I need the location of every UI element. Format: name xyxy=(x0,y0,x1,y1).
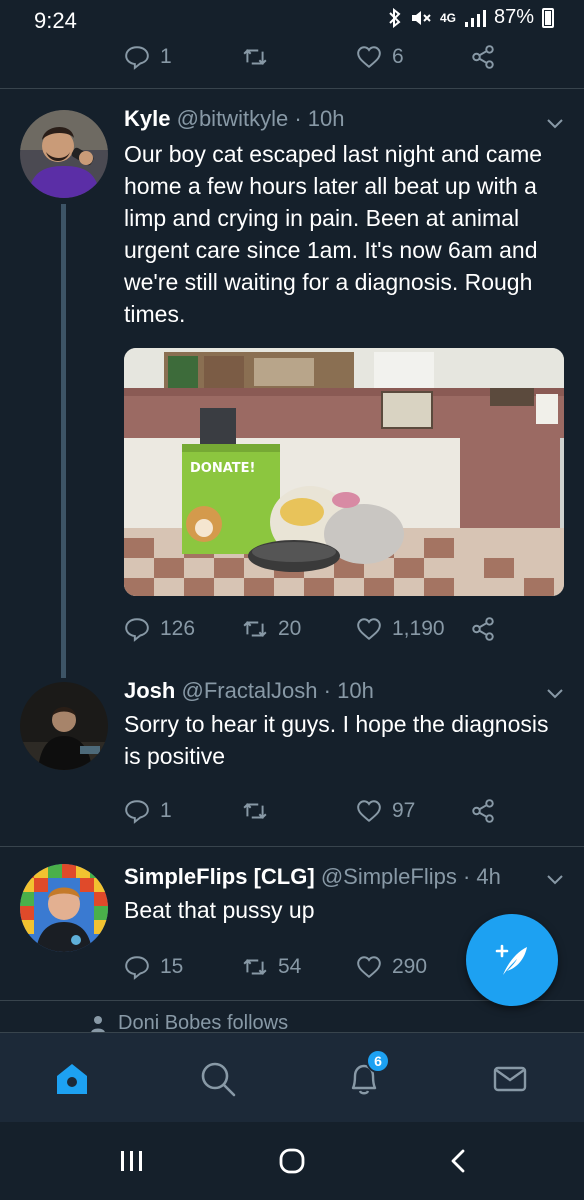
nav-messages[interactable] xyxy=(488,1057,532,1101)
retweet-icon xyxy=(243,959,267,975)
like-button[interactable]: 1,190 xyxy=(356,616,445,642)
reply-button[interactable]: 126 xyxy=(124,616,195,642)
retweet-icon xyxy=(243,803,267,819)
divider xyxy=(0,846,584,847)
tweet-header: SimpleFlips [CLG] @SimpleFlips · 4h xyxy=(124,864,501,890)
avatar[interactable] xyxy=(20,864,108,952)
like-count: 290 xyxy=(392,955,428,978)
compose-feather-icon xyxy=(495,944,527,975)
status-time: 9:24 xyxy=(34,8,77,33)
mail-icon xyxy=(493,1066,527,1092)
status-icons: 4G 87% xyxy=(388,6,554,29)
reply-count: 1 xyxy=(160,45,172,68)
tweet-time: · 10h xyxy=(294,106,345,131)
signal-icon xyxy=(464,9,486,27)
reply-icon xyxy=(125,956,149,980)
nav-search[interactable] xyxy=(196,1057,240,1101)
like-count: 6 xyxy=(392,45,404,68)
chevron-down-icon[interactable] xyxy=(546,114,564,132)
system-nav-bar xyxy=(0,1122,584,1200)
author-handle: @bitwitkyle xyxy=(176,106,289,131)
chevron-down-icon[interactable] xyxy=(546,870,564,888)
donate-box-text: DONATE! xyxy=(190,461,255,476)
share-button[interactable] xyxy=(470,616,496,642)
share-icon xyxy=(472,617,494,641)
person-icon xyxy=(91,1015,105,1033)
tweet-media[interactable]: DONATE! xyxy=(124,348,564,596)
retweet-icon xyxy=(243,49,267,65)
recent-apps-button[interactable] xyxy=(112,1144,152,1178)
like-button[interactable]: 6 xyxy=(356,44,404,70)
share-icon xyxy=(472,799,494,823)
heart-icon xyxy=(357,956,381,979)
tweet-text: Our boy cat escaped last night and came … xyxy=(124,141,543,327)
reply-count: 126 xyxy=(160,617,196,640)
like-count: 97 xyxy=(392,799,416,822)
network-label: 4G xyxy=(439,10,456,25)
reply-button[interactable]: 1 xyxy=(124,44,172,70)
avatar[interactable] xyxy=(20,682,108,770)
retweet-icon xyxy=(243,621,267,637)
retweet-button[interactable]: 20 xyxy=(242,616,301,642)
tweet-time: · 10h xyxy=(323,678,374,703)
reply-icon xyxy=(125,618,149,642)
retweet-count: 54 xyxy=(278,955,302,978)
reply-icon xyxy=(125,46,149,70)
search-icon xyxy=(201,1062,236,1097)
compose-tweet-button[interactable] xyxy=(466,914,558,1006)
share-button[interactable] xyxy=(470,44,496,70)
retweet-count: 20 xyxy=(278,617,302,640)
reply-button[interactable]: 15 xyxy=(124,954,183,980)
retweet-button[interactable] xyxy=(242,44,268,70)
thread-line xyxy=(61,204,66,678)
home-icon xyxy=(57,1064,87,1094)
battery-icon xyxy=(542,7,554,28)
author-name[interactable]: SimpleFlips [CLG] xyxy=(124,864,315,889)
retweet-button[interactable]: 54 xyxy=(242,954,301,980)
mute-icon xyxy=(411,10,431,25)
retweet-button[interactable] xyxy=(242,798,268,824)
reply-icon xyxy=(125,800,149,824)
heart-icon xyxy=(357,46,381,69)
home-circle-icon xyxy=(279,1148,305,1174)
author-handle: @SimpleFlips xyxy=(320,864,457,889)
avatar-image xyxy=(20,110,108,198)
reply-button[interactable]: 1 xyxy=(124,798,172,824)
like-button[interactable]: 97 xyxy=(356,798,415,824)
like-count: 1,190 xyxy=(392,617,445,640)
avatar-image xyxy=(20,864,108,952)
share-icon xyxy=(472,45,494,69)
status-bar: 9:24 4G 87% xyxy=(0,0,584,40)
bluetooth-icon xyxy=(389,7,401,28)
battery-percent: 87% xyxy=(493,6,534,28)
recent-apps-icon xyxy=(121,1151,142,1171)
avatar[interactable] xyxy=(20,110,108,198)
divider xyxy=(0,88,584,89)
author-name[interactable]: Kyle xyxy=(124,106,170,131)
tweet-header: Kyle @bitwitkyle · 10h xyxy=(124,106,344,132)
avatar-image xyxy=(20,682,108,770)
chevron-down-icon[interactable] xyxy=(546,684,564,702)
like-button[interactable]: 290 xyxy=(356,954,427,980)
tweet-header: Josh @FractalJosh · 10h xyxy=(124,678,374,704)
home-button[interactable] xyxy=(272,1144,312,1178)
back-button[interactable] xyxy=(438,1144,478,1178)
share-button[interactable] xyxy=(470,798,496,824)
back-arrow-icon xyxy=(451,1149,465,1173)
tweet-text: Sorry to hear it guys. I hope the diagno… xyxy=(124,711,549,769)
nav-home[interactable] xyxy=(50,1057,94,1101)
reply-count: 1 xyxy=(160,799,172,822)
author-name[interactable]: Josh xyxy=(124,678,175,703)
media-image: DONATE! xyxy=(124,348,564,596)
author-handle: @FractalJosh xyxy=(181,678,318,703)
notification-badge: 6 xyxy=(366,1049,390,1073)
heart-icon xyxy=(357,800,381,823)
reply-count: 15 xyxy=(160,955,184,978)
nav-notifications[interactable]: 6 xyxy=(342,1049,390,1101)
tweet-time: · 4h xyxy=(462,864,501,889)
bottom-nav: 6 xyxy=(0,1032,584,1122)
heart-icon xyxy=(357,618,381,641)
